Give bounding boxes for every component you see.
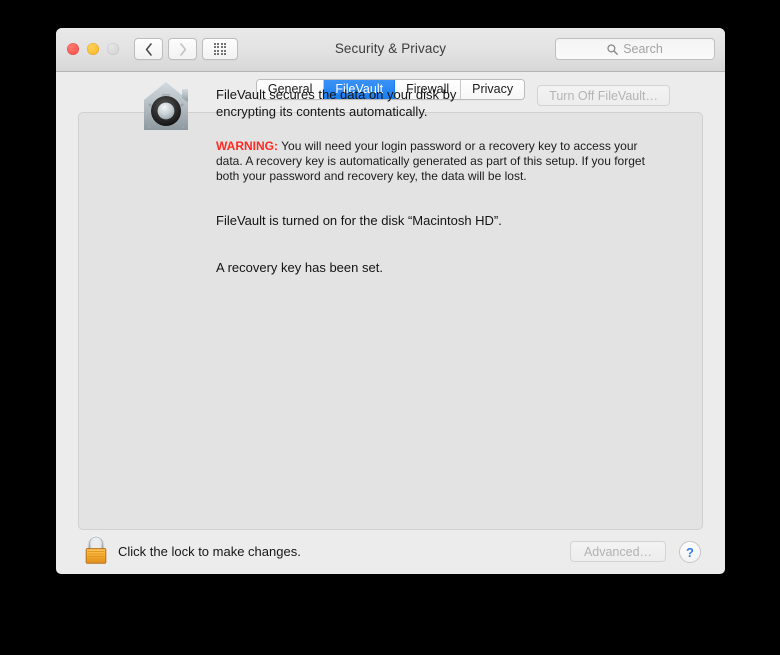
search-field[interactable]: Search xyxy=(555,38,715,60)
warning-label: WARNING: xyxy=(216,139,278,153)
window-footer: Click the lock to make changes. Advanced… xyxy=(56,530,725,574)
filevault-icon xyxy=(144,82,188,130)
closed-padlock-icon[interactable] xyxy=(83,535,109,565)
search-placeholder: Search xyxy=(623,42,663,56)
filevault-warning-paragraph: WARNING: You will need your login passwo… xyxy=(216,139,664,184)
help-button[interactable]: ? xyxy=(679,541,701,563)
filevault-status-recovery-key: A recovery key has been set. xyxy=(216,260,383,275)
filevault-text-column: FileVault secures the data on your disk … xyxy=(216,86,666,275)
lock-hint-text: Click the lock to make changes. xyxy=(118,544,301,559)
search-icon xyxy=(607,43,619,55)
filevault-status-disk: FileVault is turned on for the disk “Mac… xyxy=(216,213,502,228)
desktop-background: Security & Privacy Search General FileVa… xyxy=(0,0,780,655)
window-titlebar: Security & Privacy Search xyxy=(56,28,725,72)
advanced-button[interactable]: Advanced… xyxy=(570,541,666,562)
filevault-headline: FileVault secures the data on your disk … xyxy=(216,87,457,119)
warning-body: You will need your login password or a r… xyxy=(216,139,645,183)
system-preferences-window: Security & Privacy Search General FileVa… xyxy=(56,28,725,574)
turn-off-filevault-button[interactable]: Turn Off FileVault… xyxy=(537,85,670,106)
